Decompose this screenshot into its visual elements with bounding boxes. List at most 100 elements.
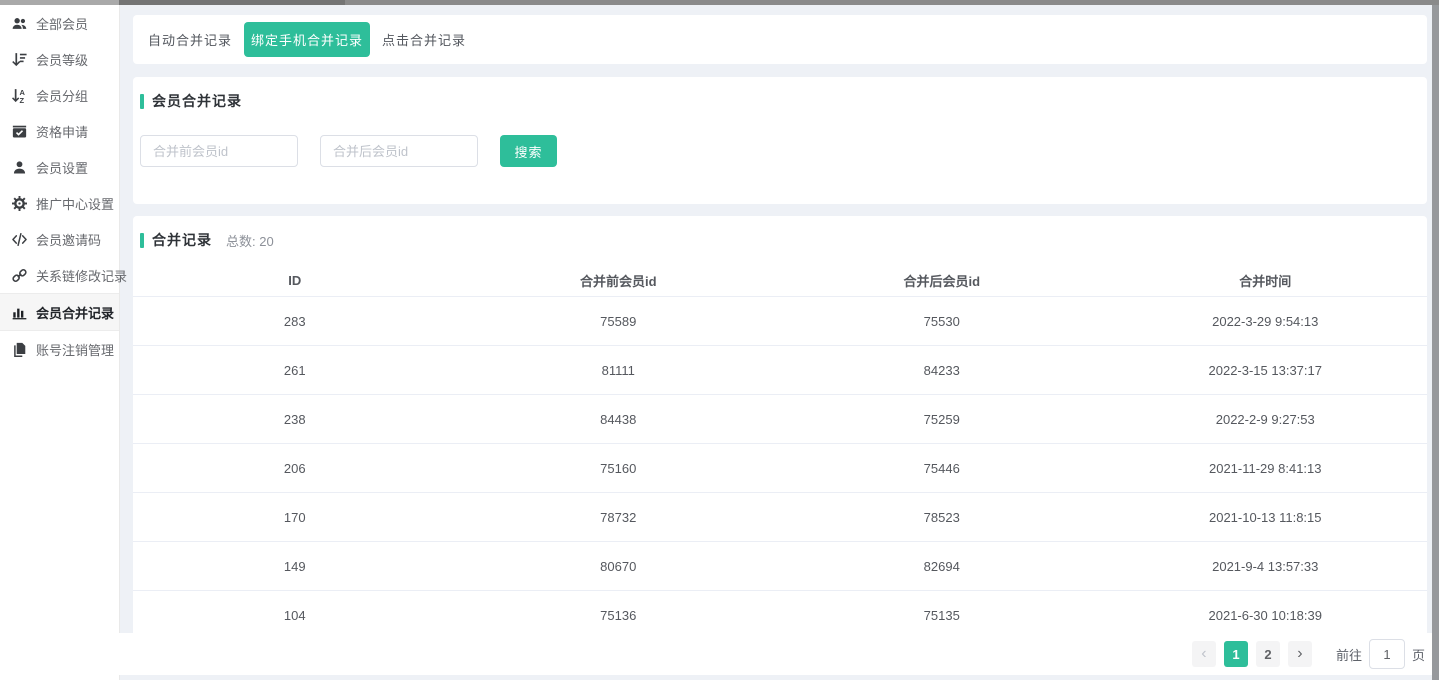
table-cell: 2021-11-29 8:41:13 xyxy=(1104,444,1428,493)
table-cell: 2021-10-13 11:8:15 xyxy=(1104,493,1428,542)
page-button[interactable]: 2 xyxy=(1256,641,1280,667)
sidebar-item-label: 关系链修改记录 xyxy=(36,266,127,285)
sidebar-item-label: 全部会员 xyxy=(36,14,88,33)
table-cell: 78732 xyxy=(457,493,781,542)
sidebar-item[interactable]: 会员合并记录 xyxy=(0,293,119,331)
main-content: 自动合并记录绑定手机合并记录点击合并记录 会员合并记录 搜索 合并记录 总数: … xyxy=(119,5,1432,680)
table-cell: 2022-3-15 13:37:17 xyxy=(1104,346,1428,395)
table-cell: 206 xyxy=(133,444,457,493)
tab[interactable]: 自动合并记录 xyxy=(148,22,232,57)
tab[interactable]: 点击合并记录 xyxy=(382,22,466,57)
sidebar-item[interactable]: 资格申请 xyxy=(0,113,119,149)
merge-before-id-input[interactable] xyxy=(140,135,298,167)
sidebar-nav: 全部会员会员等级 AZ会员分组资格申请会员设置推广中心设置会员邀请码关系链修改记录… xyxy=(0,5,119,367)
table-cell: 283 xyxy=(133,297,457,346)
table-cell: 75530 xyxy=(780,297,1104,346)
sidebar-item-label: 账号注销管理 xyxy=(36,340,114,359)
table-panel-header: 合并记录 总数: 20 xyxy=(133,216,1427,250)
table-cell: 2022-3-29 9:54:13 xyxy=(1104,297,1428,346)
bar-chart-icon xyxy=(12,305,27,320)
table-cell: 84233 xyxy=(780,346,1104,395)
search-panel-header: 会员合并记录 xyxy=(133,77,1427,111)
table-row: 20675160754462021-11-29 8:41:13 xyxy=(133,444,1427,493)
next-page-button[interactable]: › xyxy=(1288,641,1312,667)
gear-icon xyxy=(12,196,27,211)
search-panel: 会员合并记录 搜索 xyxy=(133,77,1427,204)
table-cell: 2022-2-9 9:27:53 xyxy=(1104,395,1428,444)
table-head: ID合并前会员id合并后会员id合并时间 xyxy=(133,264,1427,297)
sidebar-item-label: 会员设置 xyxy=(36,158,88,177)
table-cell: 75589 xyxy=(457,297,781,346)
users-icon xyxy=(12,16,27,31)
sidebar-item[interactable]: 账号注销管理 xyxy=(0,331,119,367)
prev-page-button[interactable]: ‹ xyxy=(1192,641,1216,667)
table-cell: 78523 xyxy=(780,493,1104,542)
pagination-bar: ‹ 12 › 前往 页 xyxy=(14,633,1439,675)
page-suffix-label: 页 xyxy=(1412,645,1425,664)
table-cell: 82694 xyxy=(780,542,1104,591)
sidebar-item-label: 资格申请 xyxy=(36,122,88,141)
table-header-cell: ID xyxy=(133,264,457,297)
sidebar-item[interactable]: 会员邀请码 xyxy=(0,221,119,257)
sidebar-item-label: 推广中心设置 xyxy=(36,194,114,213)
table-row: 17078732785232021-10-13 11:8:15 xyxy=(133,493,1427,542)
merge-after-id-input[interactable] xyxy=(320,135,478,167)
table-cell: 2021-9-4 13:57:33 xyxy=(1104,542,1428,591)
table-cell: 170 xyxy=(133,493,457,542)
sidebar-item[interactable]: 会员等级 xyxy=(0,41,119,77)
goto-page-input[interactable] xyxy=(1369,639,1405,669)
table-body: 28375589755302022-3-29 9:54:132618111184… xyxy=(133,297,1427,646)
browser-top-edge xyxy=(0,0,1439,5)
sort-amount-icon xyxy=(12,52,27,67)
goto-label: 前往 xyxy=(1336,645,1362,664)
pager: ‹ 12 › xyxy=(1184,641,1312,667)
search-button[interactable]: 搜索 xyxy=(500,135,557,167)
table-cell: 75160 xyxy=(457,444,781,493)
link-icon xyxy=(12,268,27,283)
table-cell: 80670 xyxy=(457,542,781,591)
total-count-label: 总数: 20 xyxy=(226,231,274,250)
table-cell: 75446 xyxy=(780,444,1104,493)
table-cell: 75259 xyxy=(780,395,1104,444)
table-panel-title: 合并记录 xyxy=(152,230,212,250)
sort-alpha-icon: AZ xyxy=(12,88,27,103)
browser-edge-segment xyxy=(119,0,345,5)
table-panel: 合并记录 总数: 20 ID合并前会员id合并后会员id合并时间 2837558… xyxy=(133,216,1427,645)
search-panel-title: 会员合并记录 xyxy=(152,91,242,111)
merge-records-table: ID合并前会员id合并后会员id合并时间 28375589755302022-3… xyxy=(133,264,1427,645)
table-cell: 84438 xyxy=(457,395,781,444)
table-row: 28375589755302022-3-29 9:54:13 xyxy=(133,297,1427,346)
user-icon xyxy=(12,160,27,175)
sidebar-item[interactable]: 全部会员 xyxy=(0,5,119,41)
svg-text:Z: Z xyxy=(20,95,25,102)
table-cell: 149 xyxy=(133,542,457,591)
sidebar-item-label: 会员等级 xyxy=(36,50,88,69)
table-cell: 261 xyxy=(133,346,457,395)
table-row: 26181111842332022-3-15 13:37:17 xyxy=(133,346,1427,395)
table-row: 14980670826942021-9-4 13:57:33 xyxy=(133,542,1427,591)
table-header-cell: 合并后会员id xyxy=(780,264,1104,297)
sidebar-item-label: 会员合并记录 xyxy=(36,303,114,322)
table-cell: 81111 xyxy=(457,346,781,395)
search-row: 搜索 xyxy=(140,135,1427,167)
table-cell: 238 xyxy=(133,395,457,444)
sidebar-item[interactable]: 关系链修改记录 xyxy=(0,257,119,293)
title-accent-bar xyxy=(140,94,144,109)
tab[interactable]: 绑定手机合并记录 xyxy=(244,22,370,57)
copy-icon xyxy=(12,342,27,357)
sidebar: 全部会员会员等级 AZ会员分组资格申请会员设置推广中心设置会员邀请码关系链修改记录… xyxy=(0,5,120,680)
browser-edge-segment xyxy=(0,0,119,5)
table-header-cell: 合并时间 xyxy=(1104,264,1428,297)
tabs-card: 自动合并记录绑定手机合并记录点击合并记录 xyxy=(133,15,1427,64)
table-row: 23884438752592022-2-9 9:27:53 xyxy=(133,395,1427,444)
page-scrollbar[interactable] xyxy=(1432,5,1439,680)
title-accent-bar xyxy=(140,233,144,248)
sidebar-item[interactable]: 会员设置 xyxy=(0,149,119,185)
page-button[interactable]: 1 xyxy=(1224,641,1248,667)
sidebar-item[interactable]: AZ会员分组 xyxy=(0,77,119,113)
browser-edge-segment xyxy=(345,0,1439,5)
table-header-cell: 合并前会员id xyxy=(457,264,781,297)
code-icon xyxy=(12,232,27,247)
sidebar-item-label: 会员邀请码 xyxy=(36,230,101,249)
sidebar-item[interactable]: 推广中心设置 xyxy=(0,185,119,221)
